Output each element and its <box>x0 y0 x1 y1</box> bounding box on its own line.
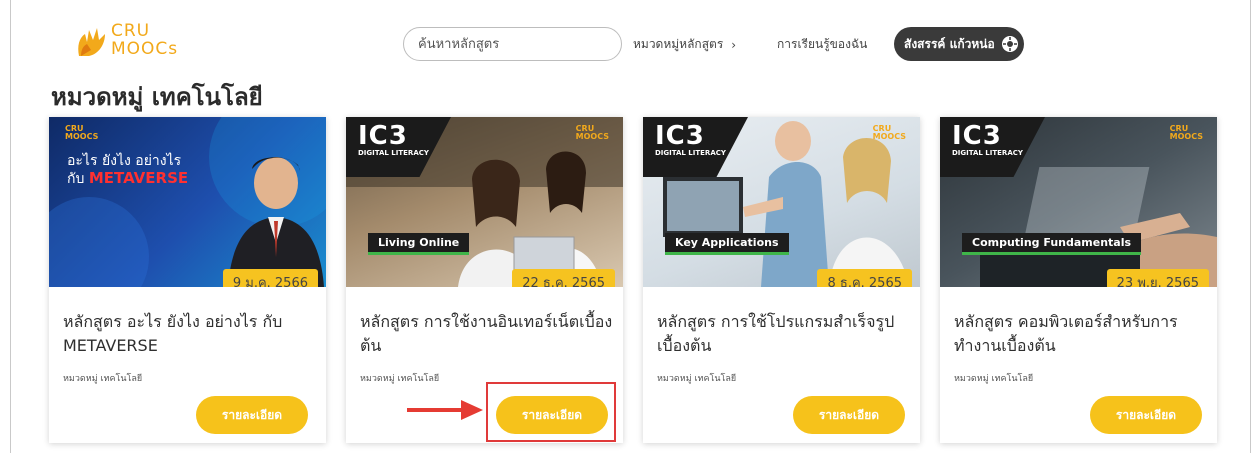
ic3-subtitle: DIGITAL LITERACY <box>655 149 726 157</box>
course-card[interactable]: IC3 DIGITAL LITERACY CRU MOOCS Computing … <box>940 117 1217 443</box>
cru-moocs-small-logo: CRU MOOCS <box>575 124 609 141</box>
cru-moocs-logo[interactable]: CRU MOOCs <box>75 22 195 62</box>
red-arrow-icon <box>407 400 483 420</box>
logo-hand-icon <box>78 28 105 56</box>
user-menu-button[interactable]: สังสรรค์ แก้วหน่อ <box>894 27 1024 61</box>
course-category: หมวดหมู่ เทคโนโลยี <box>360 374 440 384</box>
course-category: หมวดหมู่ เทคโนโลยี <box>657 374 737 384</box>
cru-moocs-small-logo: CRU MOOCS <box>872 124 906 141</box>
course-title[interactable]: หลักสูตร การใช้งานอินเทอร์เน็ตเบื้องต้น <box>360 310 615 358</box>
ic3-logo: IC3 <box>952 121 1002 151</box>
course-title[interactable]: หลักสูตร อะไร ยังไง อย่างไร กับ METAVERS… <box>63 310 318 358</box>
course-title[interactable]: หลักสูตร การใช้โปรแกรมสำเร็จรูปเบื้องต้น <box>657 310 912 358</box>
course-thumbnail[interactable]: CRU MOOCS อะไร ยังไง อย่างไร กับ METAVERS… <box>49 117 326 287</box>
details-button[interactable]: รายละเอียด <box>196 396 308 434</box>
nav-my-learning[interactable]: การเรียนรู้ของฉัน <box>777 35 867 54</box>
user-name: สังสรรค์ แก้วหน่อ <box>904 36 995 51</box>
chevron-right-icon: › <box>731 37 737 52</box>
date-badge: 8 ธ.ค. 2565 <box>817 269 912 287</box>
nav-categories[interactable]: หมวดหมู่หลักสูตร › <box>633 35 736 54</box>
thumbnail-headline: อะไร ยังไง อย่างไร กับ METAVERSE <box>67 153 189 187</box>
date-badge: 22 ธ.ค. 2565 <box>512 269 615 287</box>
course-category: หมวดหมู่ เทคโนโลยี <box>63 374 143 384</box>
ic3-logo: IC3 <box>358 121 408 151</box>
thumbnail-caption: Computing Fundamentals <box>962 233 1142 255</box>
course-card[interactable]: IC3 DIGITAL LITERACY CRU MOOCS Key Applic… <box>643 117 920 443</box>
date-badge: 9 ม.ค. 2566 <box>222 269 318 287</box>
course-category: หมวดหมู่ เทคโนโลยี <box>954 374 1034 384</box>
ic3-subtitle: DIGITAL LITERACY <box>952 149 1023 157</box>
search-input[interactable] <box>403 27 622 61</box>
highlight-box <box>486 382 616 442</box>
ic3-subtitle: DIGITAL LITERACY <box>358 149 429 157</box>
page-title: หมวดหมู่ เทคโนโลยี <box>51 83 263 111</box>
course-thumbnail[interactable]: IC3 DIGITAL LITERACY CRU MOOCS Living Onl… <box>346 117 623 287</box>
nav-categories-label: หมวดหมู่หลักสูตร <box>633 37 724 51</box>
date-badge: 23 พ.ย. 2565 <box>1106 269 1209 287</box>
course-title[interactable]: หลักสูตร คอมพิวเตอร์สำหรับการทำงานเบื้อง… <box>954 310 1209 358</box>
gear-icon <box>1001 36 1018 52</box>
thumbnail-caption: Key Applications <box>665 233 789 255</box>
cru-moocs-small-logo: CRU MOOCS <box>1169 124 1203 141</box>
course-thumbnail[interactable]: IC3 DIGITAL LITERACY CRU MOOCS Computing … <box>940 117 1217 287</box>
logo-text: CRU MOOCs <box>111 21 179 59</box>
course-thumbnail[interactable]: IC3 DIGITAL LITERACY CRU MOOCS Key Applic… <box>643 117 920 287</box>
details-button[interactable]: รายละเอียด <box>793 396 905 434</box>
course-card[interactable]: CRU MOOCS อะไร ยังไง อย่างไร กับ METAVERS… <box>49 117 326 443</box>
details-button[interactable]: รายละเอียด <box>1090 396 1202 434</box>
thumbnail-caption: Living Online <box>368 233 470 255</box>
presenter-photo <box>228 157 324 287</box>
cru-moocs-small-logo: CRU MOOCS <box>65 124 99 141</box>
ic3-logo: IC3 <box>655 121 705 151</box>
